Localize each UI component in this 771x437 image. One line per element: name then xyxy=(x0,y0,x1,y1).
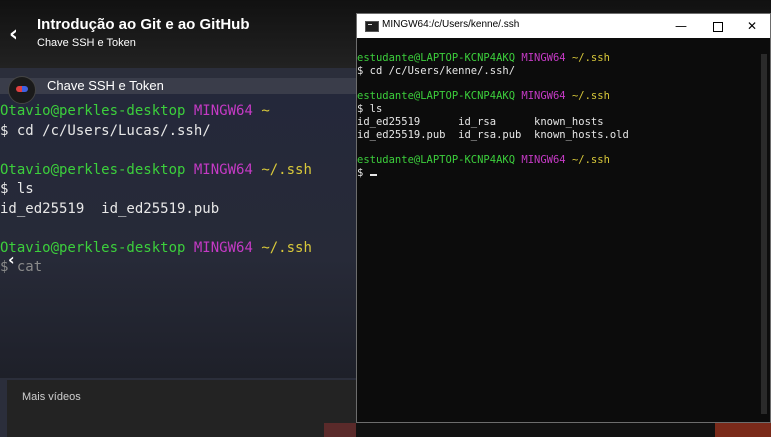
previous-video-chevron-icon[interactable]: ‹ xyxy=(8,250,15,269)
text-cursor xyxy=(369,174,377,177)
prompt-env: MINGW64 xyxy=(193,103,253,119)
prompt-user: estudante@LAPTOP-KCNP4AKQ xyxy=(357,154,516,167)
bottom-right-thumbnail xyxy=(715,423,771,437)
terminal-app-icon xyxy=(365,21,379,32)
prompt-path: ~ xyxy=(261,103,270,119)
command-line: $ ls xyxy=(357,103,383,116)
close-button[interactable]: ✕ xyxy=(733,14,771,38)
command-line: $ ls xyxy=(0,181,34,197)
video-frame[interactable]: Chave SSH e Token Otavio@perkles-desktop… xyxy=(0,76,360,378)
prompt-user: Otavio@perkles-desktop xyxy=(0,239,186,256)
course-subtitle: Chave SSH e Token xyxy=(37,37,136,49)
prompt-path: ~/.ssh xyxy=(571,52,610,64)
command-line: $ xyxy=(357,167,370,180)
output-line: id_ed25519 id_rsa known_hosts xyxy=(357,115,604,128)
prompt-env: MINGW64 xyxy=(521,90,566,103)
video-terminal-text: Otavio@perkles-desktop MINGW64 ~ $ cd /c… xyxy=(0,102,360,278)
channel-title: Chave SSH e Token xyxy=(47,78,164,93)
terminal-window: MINGW64:/c/Users/kenne/.ssh — ✕ estudant… xyxy=(356,13,771,423)
command-line: $ cd /c/Users/kenne/.ssh/ xyxy=(357,64,516,77)
terminal-content[interactable]: estudante@LAPTOP-KCNP4AKQ MINGW64 ~/.ssh… xyxy=(357,52,747,180)
maximize-icon xyxy=(713,21,723,32)
scrollbar[interactable] xyxy=(758,44,770,419)
back-arrow-icon[interactable]: ‹ xyxy=(9,24,29,46)
prompt-env: MINGW64 xyxy=(193,239,253,256)
more-videos-bar[interactable]: Mais vídeos xyxy=(7,380,362,437)
prompt-user: estudante@LAPTOP-KCNP4AKQ xyxy=(357,90,516,103)
command-line: $ cat xyxy=(0,259,43,275)
video-logo-strip xyxy=(324,423,356,437)
prompt-user: estudante@LAPTOP-KCNP4AKQ xyxy=(357,52,516,64)
video-top-bar: Chave SSH e Token xyxy=(0,76,360,104)
prompt-path: ~/.ssh xyxy=(571,90,610,103)
prompt-env: MINGW64 xyxy=(521,154,566,167)
output-line: id_ed25519 id_ed25519.pub xyxy=(0,200,220,217)
output-line: id_ed25519.pub id_rsa.pub known_hosts.ol… xyxy=(357,128,629,141)
prompt-path: ~/.ssh xyxy=(261,161,312,178)
command-line: $ cd /c/Users/Lucas/.ssh/ xyxy=(0,122,211,139)
prompt-env: MINGW64 xyxy=(521,52,566,64)
minimize-button[interactable]: — xyxy=(662,14,700,38)
maximize-button[interactable] xyxy=(699,14,737,38)
window-title: MINGW64:/c/Users/kenne/.ssh xyxy=(382,19,520,30)
prompt-user: Otavio@perkles-desktop xyxy=(0,161,186,178)
course-title: Introdução ao Git e ao GitHub xyxy=(37,16,250,33)
window-titlebar[interactable]: MINGW64:/c/Users/kenne/.ssh — ✕ xyxy=(357,14,770,38)
more-videos-label[interactable]: Mais vídeos xyxy=(22,391,81,403)
channel-avatar xyxy=(8,76,36,104)
bottom-strip xyxy=(356,423,771,437)
prompt-env: MINGW64 xyxy=(193,161,253,178)
prompt-user: Otavio@perkles-desktop xyxy=(0,103,186,119)
scrollbar-thumb[interactable] xyxy=(761,54,767,414)
prompt-path: ~/.ssh xyxy=(571,154,610,167)
prompt-path: ~/.ssh xyxy=(261,239,312,256)
